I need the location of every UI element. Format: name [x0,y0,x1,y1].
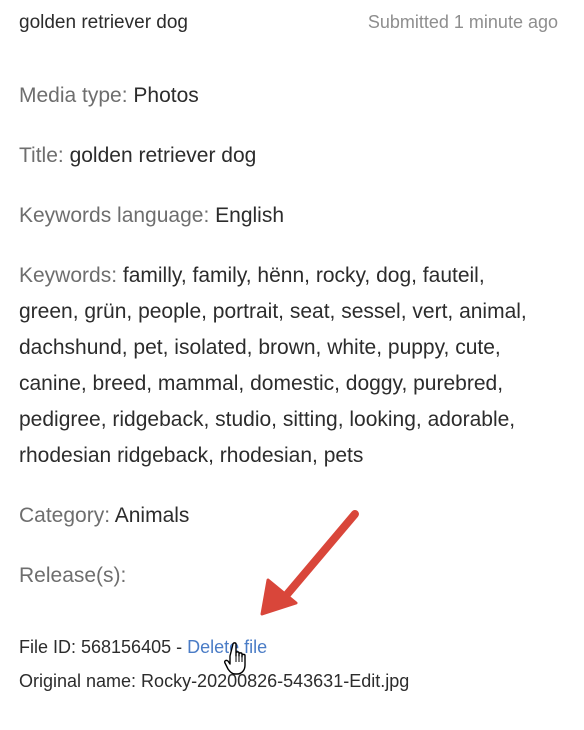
submission-header: golden retriever dog Submitted 1 minute … [19,12,558,40]
media-type-label: Media type: [19,84,134,107]
keywords-value: familly, family, hënn, rocky, dog, faute… [19,264,527,467]
keywords-language-label: Keywords language: [19,204,216,227]
releases-field: Release(s): [19,558,550,594]
submitted-time: Submitted 1 minute ago [367,12,558,32]
category-label: Category: [19,504,115,527]
title-label: Title: [19,144,70,167]
releases-label: Release(s): [19,564,127,587]
title-value: golden retriever dog [69,144,257,167]
media-type-value: Photos [133,84,199,107]
keywords-label: Keywords: [19,264,123,287]
title-field: Title: golden retriever dog [19,138,550,174]
category-value: Animals [114,504,190,527]
media-type-field: Media type: Photos [19,78,550,114]
keywords-language-value: English [215,204,285,227]
category-field: Category: Animals [19,498,550,534]
file-id-text: File ID: 568156405 - [19,637,188,657]
item-title: golden retriever dog [19,12,188,33]
keywords-field: Keywords: familly, family, hënn, rocky, … [19,258,550,474]
hand-pointer-cursor-icon [224,642,246,675]
keywords-language-field: Keywords language: English [19,198,550,234]
original-name-text: Original name: Rocky-20200826-543631-Edi… [19,671,410,691]
